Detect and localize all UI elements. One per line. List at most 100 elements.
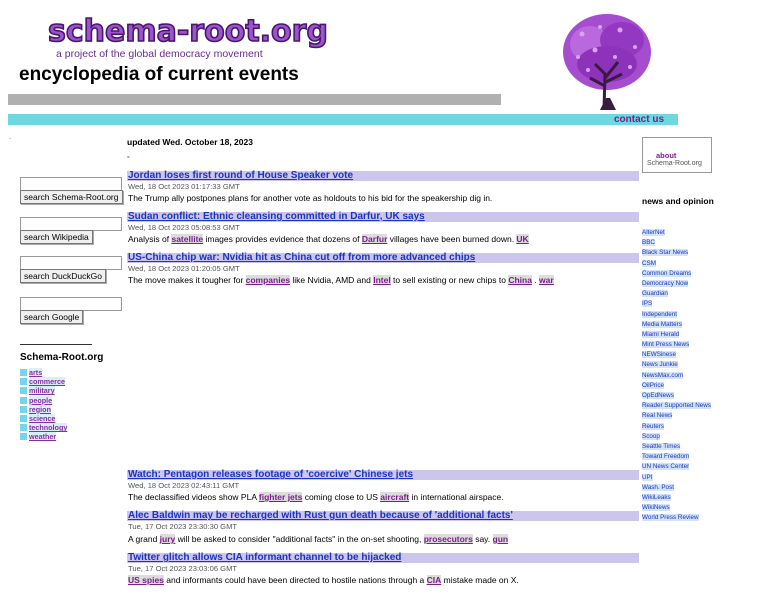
category-item-military: military xyxy=(20,386,67,396)
article-date: Tue, 17 Oct 2023 23:30:30 GMT xyxy=(128,522,238,531)
news-source-item: Toward Freedom xyxy=(642,445,711,461)
article-headline-bar: Jordan loses first round of House Speake… xyxy=(127,170,639,181)
topic-link-war[interactable]: war xyxy=(539,275,554,285)
article-title-link[interactable]: Watch: Pentagon releases footage of 'coe… xyxy=(128,469,413,480)
search-duckduckgo-button[interactable]: search DuckDuckGo xyxy=(20,269,106,283)
article-date: Wed, 18 Oct 2023 05:08:53 GMT xyxy=(128,223,240,232)
summary-text: images provides evidence that dozens of xyxy=(203,234,362,244)
search-google-button[interactable]: search Google xyxy=(20,310,84,324)
category-item-science: science xyxy=(20,414,67,424)
news-source-item: Wash. Post xyxy=(642,476,711,491)
about-site-label: Schema-Root.org xyxy=(647,160,702,167)
article-title-link[interactable]: US-China chip war: Nvidia hit as China c… xyxy=(128,252,475,263)
news-source-item: Reader Supported News xyxy=(642,394,711,410)
category-item-people: people xyxy=(20,395,67,405)
summary-text: will be asked to consider "additional fa… xyxy=(175,534,424,544)
search-input-schema-root[interactable] xyxy=(20,177,122,191)
bullet-icon xyxy=(20,396,27,404)
news-source-item: AlterNet xyxy=(642,221,711,236)
category-link-arts[interactable]: arts xyxy=(29,368,43,378)
left-divider xyxy=(20,344,92,345)
news-source-item: World Press Review xyxy=(642,506,711,522)
summary-text: in international airspace. xyxy=(409,492,504,502)
article-date: Wed, 18 Oct 2023 02:43:11 GMT xyxy=(128,481,240,490)
about-link[interactable]: about xyxy=(656,151,676,160)
article-date: Wed, 18 Oct 2023 01:17:33 GMT xyxy=(128,182,240,191)
topic-link-us-spies[interactable]: US spies xyxy=(128,575,164,585)
topic-link-cia[interactable]: CIA xyxy=(426,575,442,585)
category-link-commerce[interactable]: commerce xyxy=(29,377,65,387)
topic-link-darfur[interactable]: Darfur xyxy=(361,234,388,244)
category-link-weather[interactable]: weather xyxy=(29,432,57,442)
article-title-link[interactable]: Alec Baldwin may be recharged with Rust … xyxy=(128,510,513,521)
article-title-link[interactable]: Jordan loses first round of House Speake… xyxy=(128,170,353,181)
category-item-weather: weather xyxy=(20,432,67,442)
category-link-people[interactable]: people xyxy=(29,395,53,405)
article-date: Tue, 17 Oct 2023 23:03:06 GMT xyxy=(128,564,238,573)
dot-marker: . xyxy=(9,132,12,141)
category-link-military[interactable]: military xyxy=(29,386,55,396)
contact-link[interactable]: contact us xyxy=(614,114,664,125)
article-headline-bar: US-China chip war: Nvidia hit as China c… xyxy=(127,252,639,263)
summary-text: A grand xyxy=(128,534,160,544)
summary-text: mistake made on X. xyxy=(441,575,519,585)
news-source-item: Media Matters xyxy=(642,313,711,328)
news-source-item: WikiNews xyxy=(642,496,711,512)
site-tagline: a project of the global democracy moveme… xyxy=(56,48,263,60)
summary-text: and informants could have been directed … xyxy=(163,575,427,585)
category-item-technology: technology xyxy=(20,423,68,433)
summary-text: The declassified videos show PLA xyxy=(128,492,259,502)
topic-link-uk[interactable]: UK xyxy=(516,234,529,244)
news-source-item: WikiLeaks xyxy=(642,486,711,501)
article-headline-bar: Twitter glitch allows CIA informant chan… xyxy=(127,552,639,563)
search-schema-root-button[interactable]: search Schema-Root.org xyxy=(20,190,123,204)
article-title-link[interactable]: Twitter glitch allows CIA informant chan… xyxy=(128,552,401,563)
news-source-item: News Junkie xyxy=(642,353,711,369)
summary-text: . xyxy=(531,275,540,285)
news-source-item: BBC xyxy=(642,231,711,247)
topic-link-fighter-jets[interactable]: fighter jets xyxy=(258,492,303,502)
summary-text: coming close to US xyxy=(302,492,381,502)
site-logo[interactable]: schema-root.org xyxy=(47,13,329,50)
topic-link-prosecutors[interactable]: prosecutors xyxy=(423,534,473,544)
article-date: Wed, 18 Oct 2023 01:20:05 GMT xyxy=(128,264,240,273)
news-source-item: Mint Press News xyxy=(642,333,711,349)
category-link-region[interactable]: region xyxy=(29,404,51,414)
category-link-technology[interactable]: technology xyxy=(29,423,68,433)
update-marker: - xyxy=(127,152,130,161)
news-source-item: OpEdNews xyxy=(642,384,711,399)
topic-link-china[interactable]: China xyxy=(508,275,532,285)
topic-link-intel[interactable]: Intel xyxy=(373,275,391,285)
search-wikipedia-button[interactable]: search Wikipedia xyxy=(20,230,93,244)
search-input-google[interactable] xyxy=(20,297,122,311)
article-title-link[interactable]: Sudan conflict: Ethnic cleansing committ… xyxy=(128,211,425,222)
cyan-divider-bar xyxy=(8,114,678,125)
article-summary: The move makes it tougher for companies … xyxy=(128,275,554,285)
article-headline-bar: Sudan conflict: Ethnic cleansing committ… xyxy=(127,211,639,222)
news-source-item: Seattle Times xyxy=(642,435,711,450)
news-source-item: NewsMax.com xyxy=(642,364,711,379)
topic-link-satellite[interactable]: satellite xyxy=(171,234,204,244)
summary-text: The move makes it tougher for xyxy=(128,275,246,285)
news-source-item: Miami Herald xyxy=(642,323,711,338)
gray-divider-bar xyxy=(8,94,501,105)
updated-date: updated Wed. October 18, 2023 xyxy=(127,137,253,147)
news-source-item: Democracy Now xyxy=(642,272,711,287)
topic-link-companies[interactable]: companies xyxy=(245,275,291,285)
search-input-wikipedia[interactable] xyxy=(20,217,122,231)
topic-link-gun[interactable]: gun xyxy=(492,534,509,544)
topic-link-jury[interactable]: jury xyxy=(159,534,176,544)
about-box xyxy=(642,137,712,173)
category-item-region: region xyxy=(20,404,67,414)
purple-tree-icon xyxy=(563,14,651,110)
topic-link-aircraft[interactable]: aircraft xyxy=(380,492,410,502)
bullet-icon xyxy=(20,387,27,395)
bullet-icon xyxy=(20,378,27,386)
search-input-duckduckgo[interactable] xyxy=(20,256,122,270)
news-source-item: Black Star News xyxy=(642,241,711,257)
news-source-link[interactable]: World Press Review xyxy=(642,514,699,522)
bullet-icon xyxy=(20,424,27,432)
summary-text: villages have been burned down. xyxy=(387,234,517,244)
category-link-science[interactable]: science xyxy=(29,414,56,424)
news-source-item: Scoop xyxy=(642,425,711,440)
